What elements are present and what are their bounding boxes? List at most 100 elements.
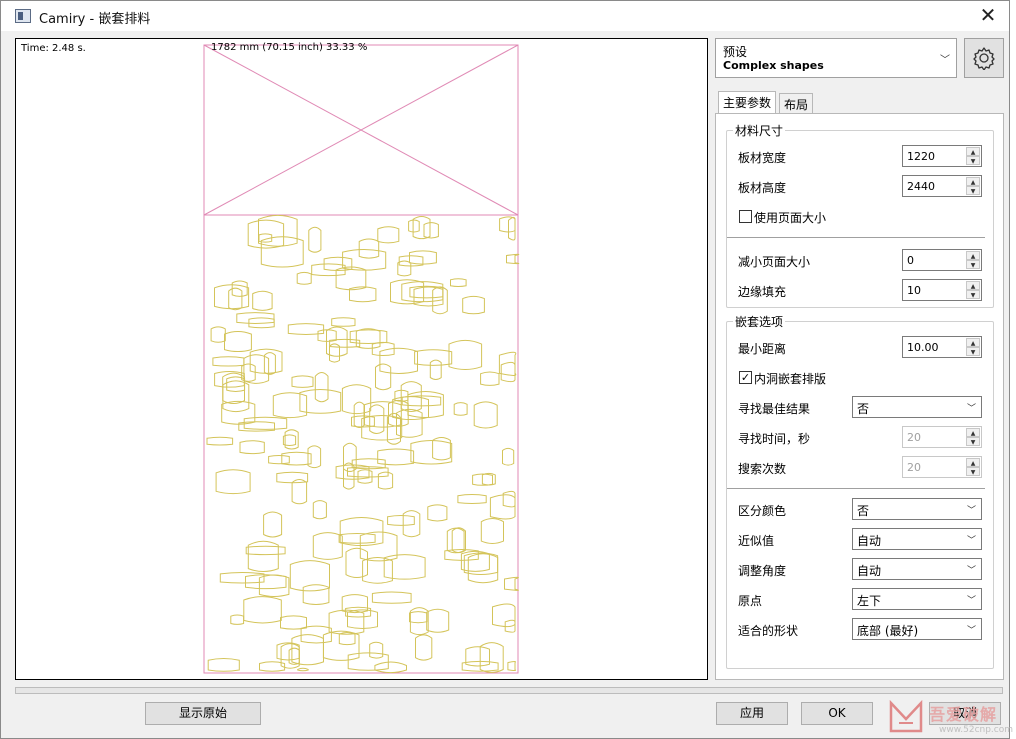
margin-label: 边缘填充 [738,285,787,299]
sheet-size-label: 1782 mm (70.15 inch) 33.33 % [211,42,368,53]
nested-shape [407,391,444,418]
watermark-logo-icon [889,699,923,733]
nested-shape [263,352,276,375]
nested-shape [289,560,330,592]
nested-shape [214,284,250,310]
approx-select[interactable]: 自动 ﹀ [852,528,982,550]
find-time-input[interactable]: 20 ▲ ▼ [902,426,982,448]
nesting-preview-svg [203,44,520,674]
nested-shape [379,347,418,374]
nested-shape [457,494,487,504]
min-distance-input[interactable]: 10.00 ▲ ▼ [902,336,982,358]
nested-shape [408,219,420,233]
ok-button[interactable]: OK [801,702,873,725]
settings-panel: 预设 Complex shapes ﹀ 主要参数 布局 材料尺寸 板材宽度 12… [715,38,1004,680]
preset-value: Complex shapes [723,59,824,72]
nested-shape [377,448,415,466]
spin-arrows[interactable]: ▲ ▼ [966,458,980,476]
chevron-down-icon: ﹀ [966,626,976,636]
inner-hole-checkbox[interactable]: ✓ [739,371,752,384]
use-page-size-checkbox[interactable] [739,210,752,223]
nested-shape [228,287,243,311]
nested-shape [206,436,234,446]
nested-shape [414,349,453,366]
nested-shape [499,216,516,233]
nested-shape [215,469,251,495]
nested-shape [409,611,428,624]
find-best-select[interactable]: 否 ﹀ [852,396,982,418]
tab-layout[interactable]: 布局 [779,93,814,113]
nested-shape [210,326,226,343]
find-time-label: 寻找时间，秒 [738,432,811,446]
spin-arrows[interactable]: ▲ ▼ [966,338,980,356]
nested-shape [314,371,329,403]
nested-shape [508,216,516,241]
close-icon[interactable]: ✕ [975,4,1001,28]
reduce-page-input[interactable]: 0 ▲ ▼ [902,249,982,271]
nested-shape [506,253,520,265]
watermark: 吾爱破解 www.52cnp.com [887,699,1015,739]
approx-label: 近似值 [738,534,775,548]
nested-shape [284,429,299,450]
show-original-button[interactable]: 显示原始 [145,702,261,725]
nested-shape [448,339,483,370]
nested-shape [245,545,286,556]
angle-select[interactable]: 自动 ﹀ [852,558,982,580]
tab-main-params-content: 材料尺寸 板材宽度 1220 ▲ ▼ 板材高度 2440 ▲ ▼ 使用页面大小 减小… [715,113,1004,680]
margin-input[interactable]: 10 ▲ ▼ [902,279,982,301]
nested-shape [451,527,466,554]
nested-shape [252,290,273,311]
spin-arrows[interactable]: ▲ ▼ [966,177,980,195]
spin-arrows[interactable]: ▲ ▼ [966,147,980,165]
sheet-width-input[interactable]: 1220 ▲ ▼ [902,145,982,167]
nested-shape [353,401,365,428]
origin-label: 原点 [738,594,763,608]
tab-main-params[interactable]: 主要参数 [718,91,777,113]
nesting-dialog: Camiry - 嵌套排料 ✕ Time: 2.48 s. 1782 mm (7… [0,0,1013,739]
reduce-page-label: 减小页面大小 [738,255,811,269]
nested-shapes [206,214,520,674]
chevron-down-icon: ﹀ [940,55,950,66]
watermark-url: www.52cnp.com [939,725,1014,735]
nested-shape [276,471,309,484]
angle-label: 调整角度 [738,564,787,578]
nested-shape [387,514,415,526]
nested-shape [341,384,372,415]
spin-arrows[interactable]: ▲ ▼ [966,251,980,269]
nested-shape [462,295,485,315]
gear-icon [973,47,995,70]
apply-button[interactable]: 应用 [716,702,788,725]
sheet-outline [203,44,519,674]
fit-shape-select[interactable]: 底部 (最好) ﹀ [852,618,982,640]
spin-arrows[interactable]: ▲ ▼ [966,428,980,446]
settings-button[interactable] [964,38,1004,78]
nested-shape [383,554,426,580]
nested-shape [328,609,365,635]
nested-shape [410,439,453,465]
nested-shape [415,634,433,661]
search-count-input[interactable]: 20 ▲ ▼ [902,456,982,478]
origin-select[interactable]: 左下 ﹀ [852,588,982,610]
sheet-width-label: 板材宽度 [738,151,787,165]
watermark-text: 吾爱破解 [929,705,998,724]
nested-shape [312,500,327,520]
nested-shape [221,400,256,425]
nested-shape [331,317,356,327]
nested-shape [272,392,308,419]
nested-shape [230,614,245,625]
nested-shape [371,591,412,604]
nested-shape [361,415,403,441]
preset-dropdown[interactable]: 预设 Complex shapes ﹀ [715,38,957,78]
sheet-height-input[interactable]: 2440 ▲ ▼ [902,175,982,197]
divider [727,237,985,238]
chevron-down-icon: ﹀ [966,596,976,606]
nested-shape [375,363,392,391]
nested-shape [502,447,515,466]
color-select[interactable]: 否 ﹀ [852,498,982,520]
nesting-preview-canvas[interactable]: Time: 2.48 s. 1782 mm (70.15 inch) 33.33… [15,38,708,680]
nested-shape [207,658,240,672]
spin-arrows[interactable]: ▲ ▼ [966,281,980,299]
nested-shape [358,238,380,259]
nested-shape [245,574,287,590]
chevron-down-icon: ﹀ [966,536,976,546]
